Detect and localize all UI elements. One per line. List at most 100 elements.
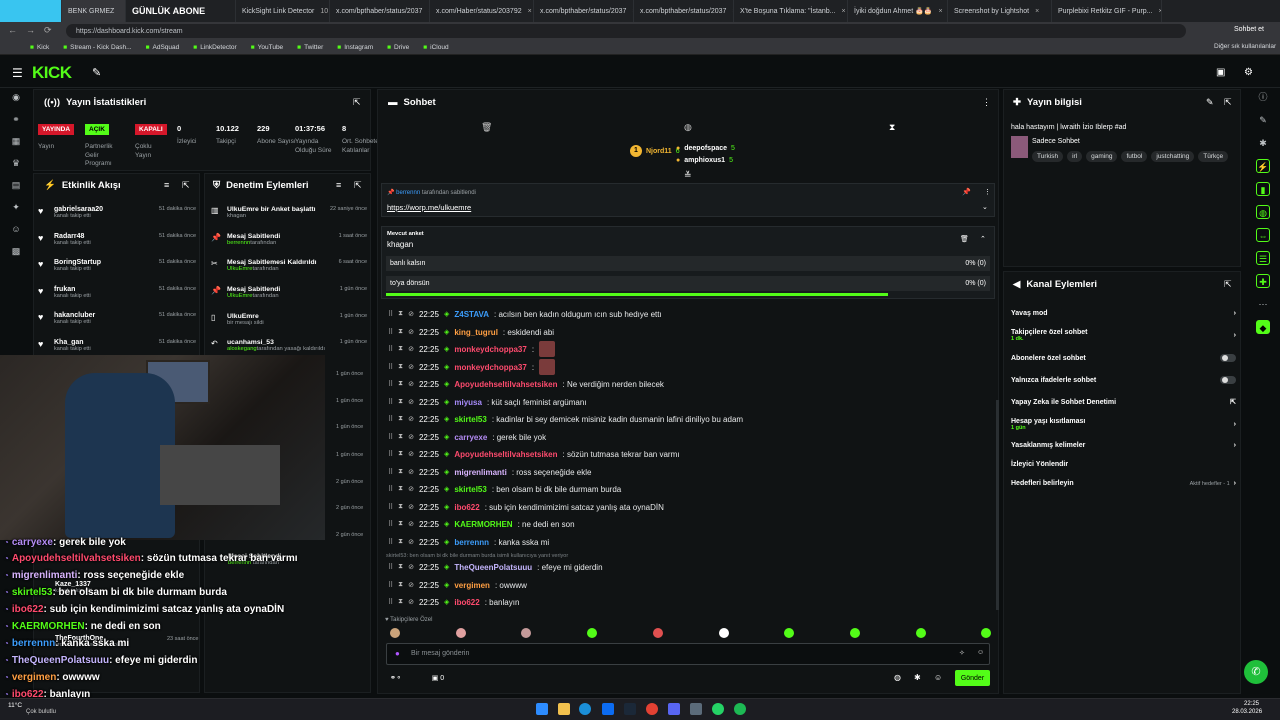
channel-action-item[interactable]: Hesap yaşı kısıtlaması 1 gün › [1011,418,1236,431]
drag-handle-icon[interactable]: ⠿ [388,398,393,406]
edit-info-icon[interactable]: ✎ [1206,97,1214,108]
bookmark-item[interactable]: ■ Kick [30,44,49,51]
ban-icon[interactable]: ⊘ [408,538,414,546]
ban-icon[interactable]: ⊘ [408,398,414,406]
drag-handle-icon[interactable]: ⠿ [388,328,393,336]
pinned-more-icon[interactable]: ⋮ [984,188,991,196]
timeout-icon[interactable]: ⧗ [398,398,403,406]
settings-icon[interactable]: ⚙ [1244,67,1253,78]
spotify-icon[interactable] [734,703,746,715]
browser-tab[interactable]: KickSight Link Detector 10 [236,0,330,22]
channel-action-item[interactable]: Yavaş mod › [1011,310,1236,317]
drag-handle-icon[interactable]: ⠿ [388,310,393,318]
share-icon[interactable]: ⋯ [1256,297,1270,311]
activity-name[interactable]: BoringStartup [54,259,101,266]
drag-handle-icon[interactable]: ⠿ [388,380,393,388]
message-user[interactable]: migrenlimanti [454,468,506,477]
phone-icon[interactable]: ▮ [1256,182,1270,196]
layout-icon[interactable]: ▣ [1216,67,1225,78]
ban-icon[interactable]: ⊘ [408,415,414,423]
chat-bubble-icon[interactable]: ◍ [1256,205,1270,219]
message-user[interactable]: king_tugrul [454,328,498,337]
message-user[interactable]: Apoyudehseltilvahsetsiken [454,450,557,459]
tab-close-icon[interactable]: × [939,8,943,15]
ban-icon[interactable]: ⊘ [408,503,414,511]
activity-popout-icon[interactable]: ⇱ [182,180,190,191]
message-user[interactable]: carryexe [454,433,487,442]
browser-tab[interactable]: x.com/bpthaber/status/2037× [634,0,734,22]
chat-settings-icon[interactable]: ◍ [894,673,901,682]
store-icon[interactable] [602,703,614,715]
bookmark-item[interactable]: ■ YouTube [251,44,283,51]
ban-icon[interactable]: ⊘ [408,345,414,353]
ban-icon[interactable]: ⊘ [408,310,414,318]
poll-collapse-icon[interactable]: ⌃ [980,235,986,243]
message-user[interactable]: ibo622 [454,598,479,607]
timeout-icon[interactable]: ⧗ [398,433,403,441]
toggle-switch[interactable] [1220,376,1236,384]
ban-icon[interactable]: ⊘ [408,380,414,388]
timeout-icon[interactable]: ⧗ [398,328,403,336]
channel-action-item[interactable]: Abonelere özel sohbet [1011,354,1236,362]
chatter-name[interactable]: amphioxus1 [684,157,725,164]
drag-handle-icon[interactable]: ⠿ [388,563,393,571]
pinned-expand-icon[interactable]: ⌄ [982,203,988,211]
bookmark-item[interactable]: ■ Drive [387,44,409,51]
browser-tab[interactable]: BENK GRMEZ [62,0,126,22]
channel-action-item[interactable]: Hedefleri belirleyin Aktif hedefler - 1 › [1011,480,1236,487]
timeout-icon[interactable]: ⧗ [398,468,403,476]
activity-name[interactable]: Kha_gan [54,339,91,346]
whatsapp-float-icon[interactable]: ✆ [1244,660,1268,684]
message-user[interactable]: miyusa [454,398,482,407]
message-user[interactable]: TheQueenPolatsuuu [454,563,532,572]
bolt-icon[interactable]: ⚡ [1256,159,1270,173]
timeout-icon[interactable]: ⧗ [398,520,403,528]
timeout-icon[interactable]: ⧗ [398,485,403,493]
link-icon[interactable]: ⚭ [9,112,23,126]
mod-user[interactable]: aloskegang [227,346,257,352]
emote-button[interactable] [390,628,400,638]
mod-filter-icon[interactable]: ≡ [336,180,341,190]
timeout-icon[interactable]: ⧗ [398,598,403,606]
chatter-name[interactable]: deepofspace [684,145,727,152]
tab-close-icon[interactable]: × [842,8,846,15]
timeout-icon[interactable]: ⧗ [398,380,403,388]
message-user[interactable]: KAERMORHEN [454,520,512,529]
chat-input-box[interactable]: ● Bir mesaj gönderin ✧ ☺ [386,643,990,665]
message-user[interactable]: berrennn [454,538,489,547]
camera-icon[interactable]: ▩ [9,244,23,258]
whatsapp-icon[interactable] [712,703,724,715]
browser-tab[interactable]: İyiki doğdun Ahmet 🎂🎂 × [848,0,948,22]
profile-label[interactable]: Sohbet et [1234,26,1264,33]
mod-user[interactable]: UlkuEmre [227,293,252,299]
chat-more-icon[interactable]: ⋮ [982,97,991,108]
explorer-icon[interactable] [558,703,570,715]
timeout-icon[interactable]: ⧗ [398,503,403,511]
drag-handle-icon[interactable]: ⠿ [388,450,393,458]
popout-icon[interactable]: ⇱ [353,97,361,108]
drag-handle-icon[interactable]: ⠿ [388,520,393,528]
actions-popout-icon[interactable]: ⇱ [1224,279,1232,290]
browser-tab[interactable]: Screenshot by Lightshot × [948,0,1052,22]
message-user[interactable]: Z4STAVA [454,310,489,319]
ban-icon[interactable]: ⊘ [408,598,414,606]
browser-tab[interactable] [0,0,62,22]
app-icon[interactable] [690,703,702,715]
activity-name[interactable]: hakancluber [54,312,95,319]
bookmark-item[interactable]: ■ Instagram [337,44,373,51]
dashboard-icon[interactable]: ▦ [9,134,23,148]
tools-icon[interactable]: ✦ [9,200,23,214]
browser-tab[interactable]: x.com/Haber/status/203792 × [430,0,534,22]
drag-handle-icon[interactable]: ⠿ [388,433,393,441]
hourglass-icon[interactable]: ⧗ [889,122,895,133]
filter-icon[interactable]: ≡ [164,180,169,190]
edge-icon[interactable] [579,703,591,715]
poll-option[interactable]: banlı kalsın 0% (0) [386,256,990,271]
bookmark-item[interactable]: ■ Stream - Kick Dash... [63,44,131,51]
bookmark-item[interactable]: ■ LinkDetector [193,44,236,51]
message-user[interactable]: monkeydchoppa37 [454,363,526,372]
chrome-icon[interactable] [646,703,658,715]
start-icon[interactable] [536,703,548,715]
message-user[interactable]: skirtel53 [454,485,486,494]
ban-icon[interactable]: ⊘ [408,581,414,589]
